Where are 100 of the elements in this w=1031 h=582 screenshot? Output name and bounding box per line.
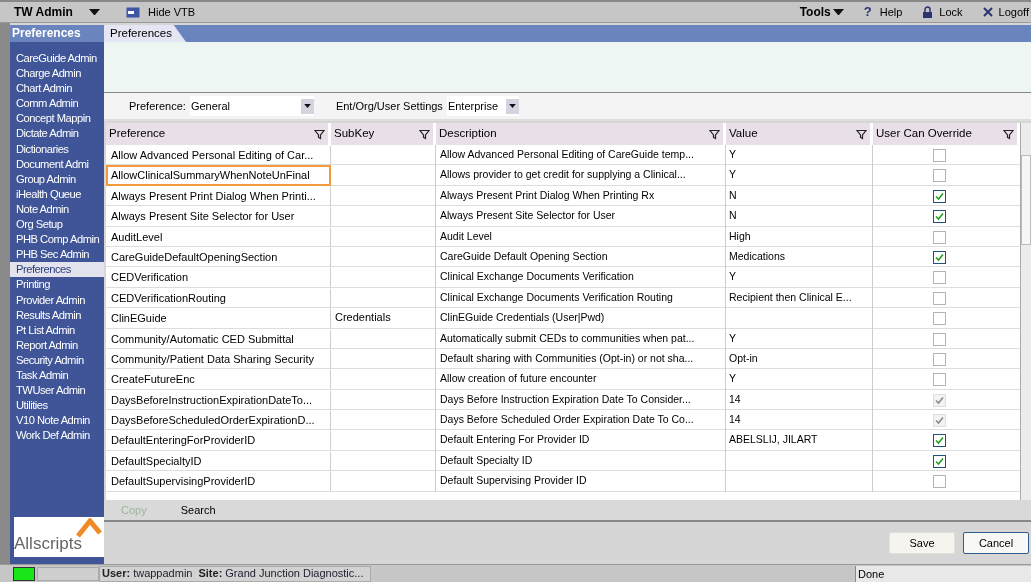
table-cell: Y <box>726 369 873 391</box>
sidebar-item[interactable]: TWUser Admin <box>10 383 104 399</box>
sidebar-item[interactable]: V10 Note Admin <box>10 413 104 429</box>
close-icon <box>982 7 993 17</box>
sidebar-item[interactable]: Comm Admin <box>10 96 104 112</box>
sidebar-item[interactable]: Note Admin <box>10 201 104 218</box>
table-cell: CareGuide Default Opening Section <box>436 246 726 268</box>
override-checkbox[interactable] <box>932 271 946 285</box>
table-cell: DefaultSupervisingProviderID <box>106 471 331 493</box>
filter-dropdown[interactable]: Enterprise <box>446 96 519 116</box>
column-header[interactable]: Preference <box>106 123 331 145</box>
logo-text: Allscripts <box>14 534 82 554</box>
scrollbar[interactable] <box>1020 123 1031 500</box>
override-checkbox[interactable] <box>932 454 946 468</box>
tab[interactable]: Preferences <box>104 25 186 42</box>
table-cell: CreateFutureEnc <box>106 369 331 391</box>
table-cell: Y <box>726 145 873 166</box>
table-cell: Always Present Site Selector for User <box>436 206 726 228</box>
sidebar-item[interactable]: Report Admin <box>10 337 104 353</box>
filter-icon[interactable] <box>709 128 720 140</box>
override-checkbox[interactable] <box>932 189 946 203</box>
sidebar-item[interactable]: Pt List Admin <box>10 322 104 338</box>
table-cell: ABELSLIJ, JILART <box>726 430 873 452</box>
table-cell: DaysBeforeInstructionExpirationDateTo... <box>106 389 331 411</box>
filter-icon[interactable] <box>419 128 430 140</box>
override-checkbox[interactable] <box>932 475 946 489</box>
filter-dropdown[interactable]: General <box>189 96 314 116</box>
override-checkbox[interactable] <box>932 149 946 162</box>
table-cell: CEDVerification <box>106 267 331 289</box>
app-menu[interactable]: TW Admin <box>0 3 104 21</box>
table-cell: Recipient then Clinical E... <box>726 287 873 309</box>
table-cell: Allow Advanced Personal Editing of Car... <box>106 145 331 166</box>
status-label: Site: <box>198 566 223 582</box>
table-cell: Days Before Instruction Expiration Date To Consider... <box>436 389 726 411</box>
toolbar-button[interactable]: Search <box>180 501 216 519</box>
dialog-button[interactable]: Save <box>889 532 955 554</box>
table-cell: Default Specialty ID <box>436 450 726 472</box>
table-cell: High <box>726 226 873 248</box>
sidebar-item[interactable]: Org Setup <box>10 217 104 233</box>
override-checkbox[interactable] <box>932 230 946 244</box>
lock-button[interactable]: Lock <box>922 3 963 21</box>
table-cell: DefaultSpecialtyID <box>106 450 331 472</box>
sidebar-item[interactable]: Document Admi <box>10 156 104 172</box>
sidebar-item[interactable]: Provider Admin <box>10 292 104 308</box>
column-header[interactable]: Value <box>726 123 873 145</box>
table-cell: CareGuideDefaultOpeningSection <box>106 246 331 268</box>
help-button[interactable]: ? Help <box>863 2 903 22</box>
override-checkbox[interactable] <box>932 434 946 448</box>
override-checkbox[interactable] <box>932 373 946 387</box>
filter-label: Preference: <box>129 98 186 114</box>
column-header[interactable]: Description <box>436 123 726 145</box>
sidebar-item[interactable]: PHB Sec Admin <box>10 247 104 263</box>
override-checkbox[interactable] <box>932 312 946 326</box>
table-cell: Community/Automatic CED Submittal <box>106 328 331 350</box>
table-cell: CEDVerificationRouting <box>106 287 331 309</box>
sidebar-item[interactable]: Printing <box>10 277 104 293</box>
column-header[interactable]: SubKey <box>331 123 436 145</box>
table-cell: Clinical Exchange Documents Verification <box>436 267 726 289</box>
override-checkbox[interactable] <box>932 332 946 346</box>
filter-icon[interactable] <box>856 128 867 140</box>
sidebar-item[interactable]: Results Admin <box>10 307 104 323</box>
sidebar-item[interactable]: Dictionaries <box>10 141 104 157</box>
table-cell: N <box>726 206 873 228</box>
table-cell: DaysBeforeScheduledOrderExpirationD... <box>106 410 331 432</box>
sidebar-title: Preferences <box>10 25 104 42</box>
filter-icon[interactable] <box>1003 128 1014 140</box>
override-checkbox[interactable] <box>932 291 946 305</box>
caret-icon <box>832 8 844 16</box>
table-cell: Credentials <box>331 308 436 330</box>
dialog-button[interactable]: Cancel <box>963 532 1029 554</box>
table-cell: N <box>726 185 873 207</box>
override-checkbox[interactable] <box>932 210 946 224</box>
override-checkbox[interactable] <box>932 250 946 264</box>
table-cell: Always Present Print Dialog When Printing Rx <box>436 185 726 207</box>
table-cell: Always Present Print Dialog When Printi... <box>106 185 331 207</box>
sidebar-item[interactable]: Dictate Admin <box>10 126 104 142</box>
sidebar-item[interactable]: CareGuide Admin <box>10 51 104 67</box>
sidebar-item[interactable]: Charge Admin <box>10 66 104 82</box>
sidebar-item[interactable]: Preferences <box>10 262 104 278</box>
sidebar-item[interactable]: Work Def Admin <box>10 428 104 444</box>
sidebar-item[interactable]: Utilities <box>10 398 104 414</box>
status-text: Done <box>855 565 1031 582</box>
table-cell: ClinEGuide Credentials (User|Pwd) <box>436 308 726 330</box>
sidebar-item[interactable]: Task Admin <box>10 367 104 384</box>
table-cell: Opt-in <box>726 348 873 370</box>
sidebar-item[interactable]: Security Admin <box>10 352 104 368</box>
sidebar-item[interactable]: PHB Comp Admin <box>10 232 104 248</box>
sidebar-item[interactable]: Group Admin <box>10 171 104 187</box>
override-checkbox[interactable] <box>932 352 946 366</box>
table-cell: 14 <box>726 410 873 432</box>
logoff-button[interactable]: Logoff <box>982 3 1029 21</box>
sidebar-item[interactable]: Concept Mappin <box>10 111 104 127</box>
table-cell: Clinical Exchange Documents Verification Routing <box>436 287 726 309</box>
table-cell: Default sharing with Communities (Opt-in) or not sha... <box>436 348 726 370</box>
sidebar-item[interactable]: Chart Admin <box>10 81 104 97</box>
tools-menu[interactable]: Tools <box>799 3 844 21</box>
hide-vtb-button[interactable]: Hide VTB <box>126 3 196 21</box>
filter-icon[interactable] <box>314 128 325 140</box>
sidebar-item[interactable]: iHealth Queue <box>10 186 104 202</box>
override-checkbox[interactable] <box>932 169 946 183</box>
